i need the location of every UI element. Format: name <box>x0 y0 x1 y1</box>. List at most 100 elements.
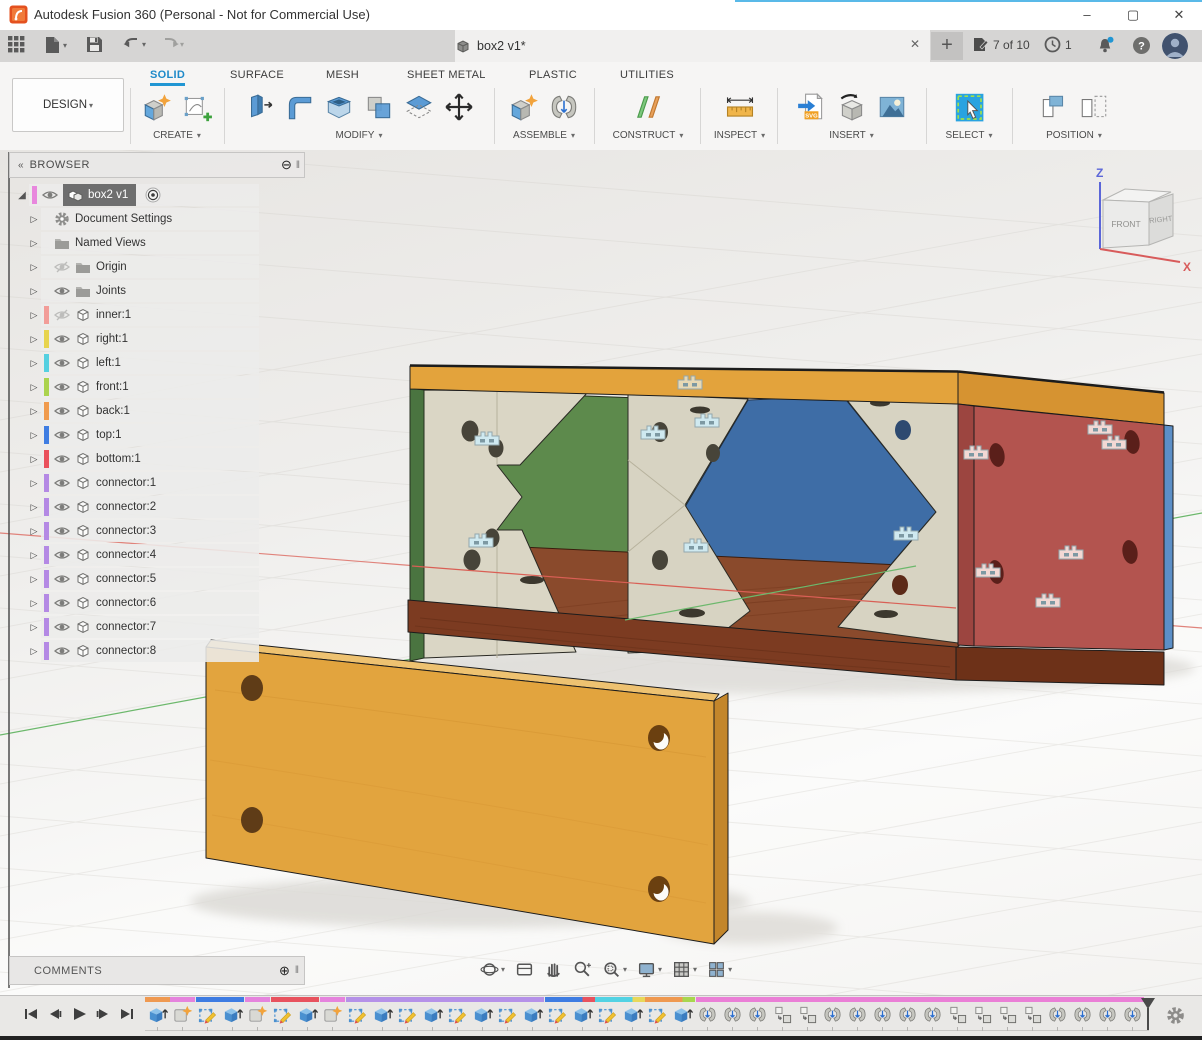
expand-arrow-icon[interactable]: ▷ <box>27 574 41 585</box>
insert-mesh-icon[interactable] <box>836 91 868 123</box>
box-assembly[interactable] <box>408 366 1173 686</box>
browser-item-front-1[interactable]: ▷front:1 <box>9 375 305 399</box>
browser-item-connector-3[interactable]: ▷connector:3 <box>9 519 305 543</box>
joint-feature-icon[interactable] <box>872 1004 893 1025</box>
pan-button[interactable] <box>542 958 565 981</box>
press-pull-icon[interactable] <box>243 91 275 123</box>
timeline-feature-extrude[interactable] <box>420 997 445 1031</box>
new-component-icon[interactable] <box>508 91 540 123</box>
visibility-icon[interactable] <box>54 499 70 515</box>
sketchedit-feature-icon[interactable] <box>597 1004 618 1025</box>
timeline-feature-extrude[interactable] <box>620 997 645 1031</box>
joint-feature-icon[interactable] <box>1097 1004 1118 1025</box>
timeline-feature-sketchedit[interactable] <box>270 997 295 1031</box>
look-at-button[interactable] <box>513 958 536 981</box>
visibility-icon[interactable] <box>54 643 70 659</box>
workspace-selector[interactable]: DESIGN ▾ <box>12 78 124 132</box>
browser-item-origin[interactable]: ▷Origin <box>9 255 305 279</box>
panel-grip-icon[interactable]: ‖ <box>295 965 299 976</box>
row-body[interactable]: Origin <box>41 256 259 278</box>
create-sketch-icon[interactable] <box>181 91 213 123</box>
row-body[interactable]: box2 v1 <box>29 184 259 206</box>
visibility-icon[interactable] <box>54 571 70 587</box>
visibility-icon[interactable] <box>54 451 70 467</box>
browser-item-top-1[interactable]: ▷top:1 <box>9 423 305 447</box>
close-button[interactable]: ✕ <box>1156 0 1202 30</box>
activate-component-radio[interactable] <box>145 187 161 203</box>
expand-arrow-icon[interactable]: ▷ <box>27 502 41 513</box>
sketch-feature-icon[interactable] <box>247 1004 268 1025</box>
extrude-feature-icon[interactable] <box>572 1004 593 1025</box>
row-body[interactable]: connector:2 <box>41 496 259 518</box>
expand-arrow-icon[interactable]: ◢ <box>15 190 29 201</box>
visibility-icon[interactable] <box>54 403 70 419</box>
row-body[interactable]: Joints <box>41 280 259 302</box>
browser-item-connector-4[interactable]: ▷connector:4 <box>9 543 305 567</box>
construct-plane-icon[interactable] <box>631 90 665 124</box>
timeline-feature-component[interactable] <box>770 997 795 1031</box>
tab-plastic[interactable]: PLASTIC <box>525 67 581 83</box>
combine-icon[interactable] <box>363 91 395 123</box>
visibility-icon[interactable] <box>54 379 70 395</box>
expand-arrow-icon[interactable]: ▷ <box>27 478 41 489</box>
3d-viewport[interactable]: « BROWSER ⊖ ‖ ◢box2 v1▷Document Settings… <box>0 150 1202 1040</box>
joint-feature-icon[interactable] <box>897 1004 918 1025</box>
sketchedit-feature-icon[interactable] <box>347 1004 368 1025</box>
row-body[interactable]: connector:3 <box>41 520 259 542</box>
browser-item-connector-1[interactable]: ▷connector:1 <box>9 471 305 495</box>
row-body[interactable]: right:1 <box>41 328 259 350</box>
select-icon[interactable] <box>951 89 987 125</box>
row-body[interactable]: inner:1 <box>41 304 259 326</box>
timeline-feature-sketchedit[interactable] <box>345 997 370 1031</box>
save-icon[interactable] <box>86 36 103 53</box>
sketchedit-feature-icon[interactable] <box>447 1004 468 1025</box>
row-body[interactable]: connector:4 <box>41 544 259 566</box>
visibility-icon[interactable] <box>54 427 70 443</box>
component-feature-icon[interactable] <box>1022 1004 1043 1025</box>
joint-feature-icon[interactable] <box>822 1004 843 1025</box>
timeline-feature-component[interactable] <box>1020 997 1045 1031</box>
visibility-off-icon[interactable] <box>54 259 70 275</box>
timeline-feature-extrude[interactable] <box>295 997 320 1031</box>
tab-utilities[interactable]: UTILITIES <box>616 67 678 83</box>
extrude-feature-icon[interactable] <box>147 1004 168 1025</box>
row-body[interactable]: Named Views <box>41 232 259 254</box>
browser-item-left-1[interactable]: ▷left:1 <box>9 351 305 375</box>
browser-root-row[interactable]: ◢box2 v1 <box>9 183 305 207</box>
group-label-assemble[interactable]: ASSEMBLE▾ <box>513 130 575 141</box>
timeline-feature-joint[interactable] <box>920 997 945 1031</box>
browser-item-joints[interactable]: ▷Joints <box>9 279 305 303</box>
timeline-feature-joint[interactable] <box>820 997 845 1031</box>
close-tab-icon[interactable]: ✕ <box>910 37 920 51</box>
component-feature-icon[interactable] <box>797 1004 818 1025</box>
expand-arrow-icon[interactable]: ▷ <box>27 406 41 417</box>
file-menu-icon[interactable]: ▾ <box>45 36 67 54</box>
timeline-feature-component[interactable] <box>970 997 995 1031</box>
extrude-feature-icon[interactable] <box>422 1004 443 1025</box>
row-body[interactable]: Document Settings <box>41 208 259 230</box>
expand-arrow-icon[interactable]: ▷ <box>27 310 41 321</box>
timeline-feature-joint[interactable] <box>1070 997 1095 1031</box>
expand-arrow-icon[interactable]: ▷ <box>27 622 41 633</box>
expand-arrow-icon[interactable]: ▷ <box>27 646 41 657</box>
minimize-panel-icon[interactable]: ⊖ <box>281 157 292 173</box>
fit-button[interactable]: ▾ <box>600 958 629 981</box>
comments-panel[interactable]: COMMENTS ⊕ ‖ <box>9 956 305 985</box>
notifications-button[interactable] <box>1096 36 1116 54</box>
timeline-feature-sketch[interactable] <box>245 997 270 1031</box>
new-body-icon[interactable] <box>141 91 173 123</box>
timeline-feature-extrude[interactable] <box>220 997 245 1031</box>
timeline-feature-sketch[interactable] <box>170 997 195 1031</box>
group-label-inspect[interactable]: INSPECT▾ <box>714 130 765 141</box>
row-body[interactable]: bottom:1 <box>41 448 259 470</box>
timeline-feature-extrude[interactable] <box>470 997 495 1031</box>
extrude-feature-icon[interactable] <box>522 1004 543 1025</box>
viewports-button[interactable]: ▾ <box>705 958 734 981</box>
sketch-feature-icon[interactable] <box>172 1004 193 1025</box>
timeline-feature-component[interactable] <box>795 997 820 1031</box>
model-right-panel-blue-edge[interactable] <box>1164 425 1173 650</box>
offset-face-icon[interactable] <box>403 91 435 123</box>
extrude-feature-icon[interactable] <box>472 1004 493 1025</box>
version-badge[interactable]: 7 of 10 <box>972 36 1030 53</box>
timeline-feature-sketchedit[interactable] <box>645 997 670 1031</box>
